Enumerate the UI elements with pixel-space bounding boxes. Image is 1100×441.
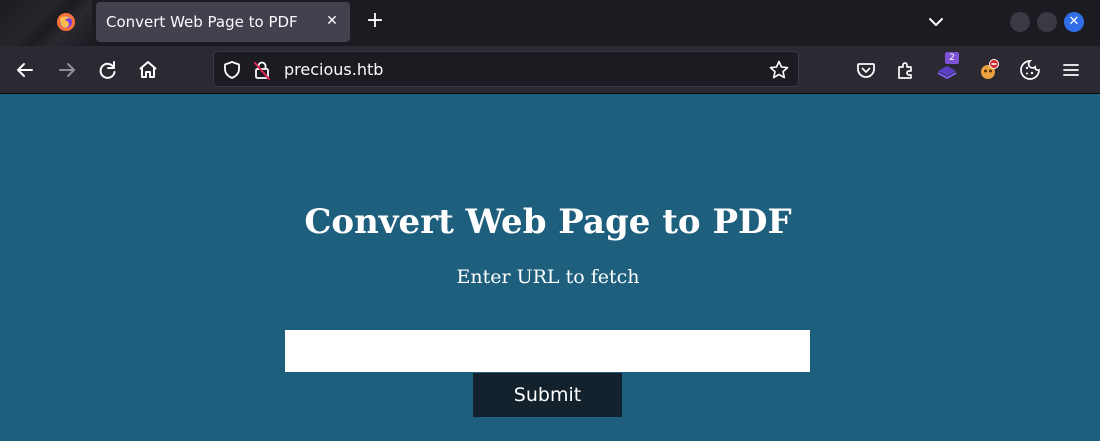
new-tab-button[interactable]: + <box>362 9 388 35</box>
forward-arrow-icon[interactable] <box>54 57 80 83</box>
ublock-icon[interactable] <box>977 58 1001 82</box>
foxyproxy-icon[interactable]: 2 <box>935 52 959 82</box>
back-arrow-icon[interactable] <box>12 57 38 83</box>
address-bar[interactable]: precious.htb <box>213 51 799 87</box>
submit-button[interactable]: Submit <box>473 373 622 417</box>
home-icon[interactable] <box>135 57 161 83</box>
extension-badge: 2 <box>945 52 959 64</box>
cookie-icon[interactable] <box>1018 58 1042 82</box>
url-input[interactable] <box>285 330 810 372</box>
window-minimize-button[interactable] <box>1010 12 1030 32</box>
active-tab[interactable]: Convert Web Page to PDF ✕ <box>96 2 350 42</box>
reload-icon[interactable] <box>95 57 121 83</box>
firefox-logo-icon[interactable] <box>56 12 76 32</box>
tab-title: Convert Web Page to PDF <box>106 13 298 31</box>
insecure-lock-icon[interactable] <box>252 59 272 81</box>
tab-strip: Convert Web Page to PDF ✕ + ✕ <box>0 0 1100 46</box>
tabstrip-decoration <box>0 0 92 46</box>
hamburger-menu-icon[interactable] <box>1059 58 1083 82</box>
page-title: Convert Web Page to PDF <box>304 202 792 242</box>
shield-icon[interactable] <box>222 60 242 80</box>
bookmark-star-icon[interactable] <box>768 59 790 81</box>
list-all-tabs-chevron-icon[interactable] <box>924 10 948 34</box>
url-text[interactable]: precious.htb <box>284 60 383 79</box>
page-content: Convert Web Page to PDF Enter URL to fet… <box>0 94 1100 441</box>
window-maximize-button[interactable] <box>1037 12 1057 32</box>
page-subtitle: Enter URL to fetch <box>456 266 640 288</box>
tab-close-icon[interactable]: ✕ <box>322 11 342 31</box>
pocket-icon[interactable] <box>854 58 878 82</box>
navigation-toolbar: precious.htb 2 <box>0 46 1100 94</box>
extensions-puzzle-icon[interactable] <box>894 58 918 82</box>
window-close-button[interactable]: ✕ <box>1064 12 1084 32</box>
